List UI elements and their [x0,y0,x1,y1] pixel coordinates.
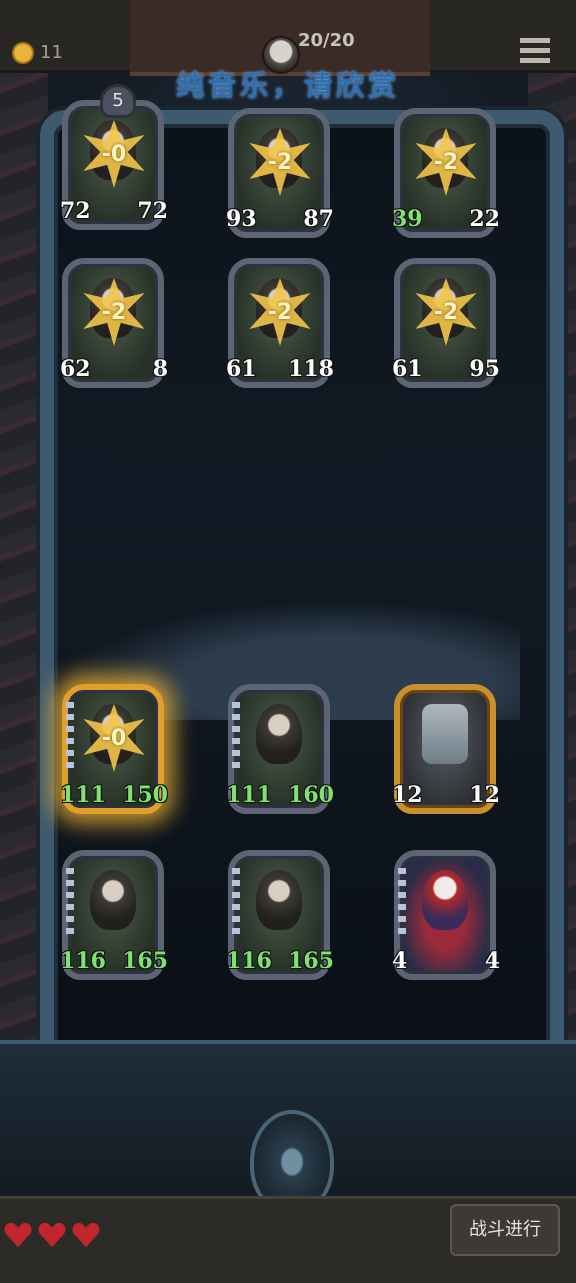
unit-portrait [256,870,302,930]
tier-pips [66,868,74,938]
level-badge: 5 [100,84,136,118]
health-value: 4 [467,948,500,978]
modifier-label: -2 [267,150,293,175]
clown-portrait [422,870,468,930]
attack-value: 39 [392,206,424,236]
crown-coin-icon [12,42,34,64]
attack-value: 111 [226,782,272,812]
health-value: 22 [468,206,500,236]
health-value: 160 [288,782,334,812]
health-value: 118 [288,356,334,386]
tier-pips [232,702,240,772]
player-card[interactable]: 116 165 [226,850,334,980]
tier-pips [232,868,240,938]
modifier-label: -2 [267,300,293,325]
enemy-card[interactable]: -2 62 8 [60,258,168,388]
enemy-card[interactable]: -2 39 22 [392,108,500,238]
enemy-card[interactable]: -2 61 118 [226,258,334,388]
start-battle-button[interactable]: 战斗进行 [450,1204,560,1256]
player-card[interactable]: 111 160 [226,684,334,814]
attack-value: 72 [60,198,92,228]
attack-value: 93 [226,206,258,236]
attack-value: 61 [226,356,258,386]
health-value: 72 [136,198,168,228]
enemy-card[interactable]: 5 -0 72 72 [60,84,168,230]
coin-count: 11 [40,42,63,63]
player-card[interactable]: 4 4 [392,850,500,980]
modifier-label: -2 [433,300,459,325]
modifier-label: -0 [101,142,127,167]
health-value: 87 [302,206,334,236]
modifier-label: -2 [101,300,127,325]
modifier-label: -0 [101,726,127,751]
health-value: 95 [468,356,500,386]
attack-value: 62 [60,356,92,386]
hamburger-menu-icon[interactable] [520,38,550,64]
health-value: 150 [122,782,168,812]
health-value: 165 [288,948,334,978]
attack-value: 12 [392,782,424,812]
attack-value: 4 [392,948,425,978]
tier-pips [398,868,406,938]
tier-pips [66,702,74,772]
enemy-card[interactable]: -2 61 95 [392,258,500,388]
music-banner: 纯音乐，请欣赏 [175,69,400,102]
round-counter: 20/20 [298,30,355,51]
health-value: 8 [135,356,168,386]
attack-value: 116 [60,948,106,978]
modifier-label: -2 [433,150,459,175]
player-card[interactable]: 12 12 [392,684,500,814]
unit-portrait [90,870,136,930]
player-card[interactable]: 116 165 [60,850,168,980]
attack-value: 111 [60,782,106,812]
attack-value: 61 [392,356,424,386]
attack-value: 116 [226,948,272,978]
unit-portrait [256,704,302,764]
health-value: 165 [122,948,168,978]
health-value: 12 [468,782,500,812]
enemy-card[interactable]: -2 93 87 [226,108,334,238]
player-card[interactable]: -0 111 150 [60,684,168,814]
robot-portrait [422,704,468,764]
